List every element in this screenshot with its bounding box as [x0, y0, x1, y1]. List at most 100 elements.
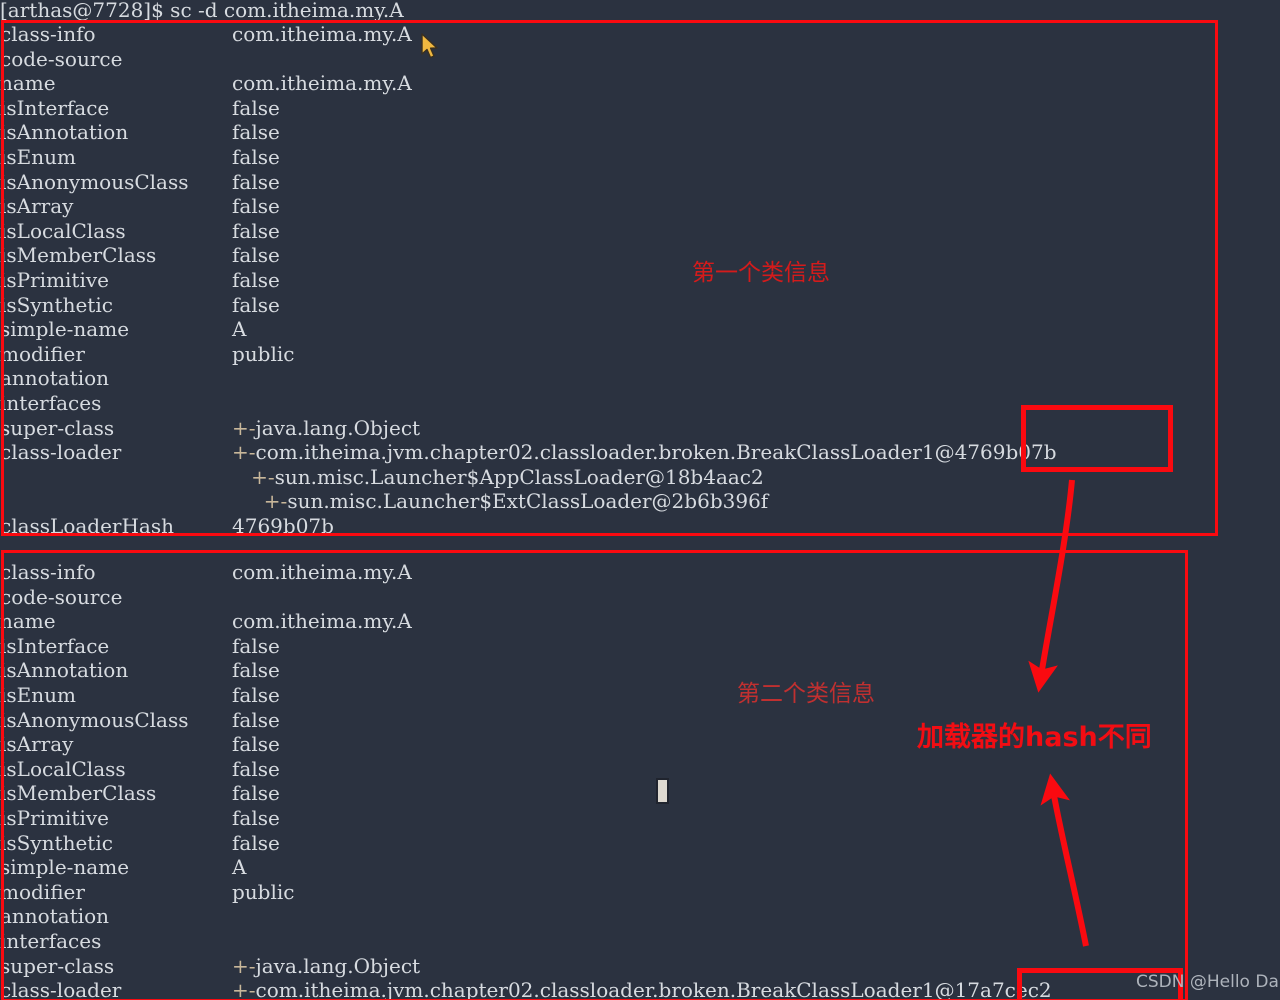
output-row-value: +-com.itheima.jvm.chapter02.classloader.…	[232, 978, 1052, 1000]
output-row: classLoaderHash 4769b07b	[0, 514, 334, 539]
output-row: simple-name A	[0, 855, 246, 880]
output-row-label: isSynthetic	[0, 292, 113, 317]
output-row-label: isAnonymousClass	[0, 707, 189, 732]
output-row-label: isAnnotation	[0, 658, 129, 683]
output-row: interfaces	[0, 391, 232, 416]
output-row-label: isEnum	[0, 683, 76, 707]
output-row-label: isEnum	[0, 145, 76, 169]
output-row: isAnnotation false	[0, 120, 280, 145]
output-row-label: class-info	[0, 22, 96, 46]
output-row-value: false	[232, 658, 280, 683]
output-row-label: isArray	[0, 732, 74, 757]
output-row: code-source	[0, 47, 232, 72]
output-row-label: annotation	[0, 366, 110, 391]
output-row-label: classLoaderHash	[0, 514, 175, 538]
output-row: isEnum false	[0, 145, 280, 170]
output-row-label: isAnnotation	[0, 120, 129, 145]
tree-node-text: java.lang.Object	[255, 415, 421, 440]
output-row: isEnum false	[0, 683, 280, 708]
output-row-label: class-loader	[0, 978, 122, 1000]
output-row-value: com.itheima.my.A	[232, 71, 412, 96]
output-row: class-info com.itheima.my.A	[0, 560, 412, 585]
output-row-value: false	[232, 120, 280, 145]
tree-node-text: java.lang.Object	[255, 953, 421, 978]
output-row-label: code-source	[0, 584, 123, 609]
text-cursor-block	[656, 778, 669, 804]
output-row: name com.itheima.my.A	[0, 609, 412, 634]
output-row-label: isLocalClass	[0, 218, 126, 243]
output-row-value: false	[232, 292, 280, 317]
output-row-label: super-class	[0, 953, 115, 978]
output-row-value: false	[232, 830, 280, 855]
output-row: isLocalClass false	[0, 757, 280, 782]
output-row: modifier public	[0, 342, 294, 367]
tree-node-text: com.itheima.jvm.chapter02.classloader.br…	[255, 440, 1057, 465]
output-row-value: +-com.itheima.jvm.chapter02.classloader.…	[232, 440, 1057, 464]
arrow-to-second-hash	[1028, 479, 1075, 693]
output-row-label: class-info	[0, 560, 96, 584]
tree-node-text: sun.misc.Launcher$AppClassLoader@18b4aac…	[274, 464, 764, 489]
output-row: isMemberClass false	[0, 243, 280, 268]
tree-connector: +-	[232, 978, 256, 1000]
output-row-label: isMemberClass	[0, 781, 157, 806]
output-row-label: name	[0, 71, 56, 96]
output-row-value: 4769b07b	[232, 514, 334, 538]
output-row-value: false	[232, 756, 280, 781]
output-row-value: false	[232, 243, 280, 268]
output-row: isSynthetic false	[0, 293, 280, 318]
output-row-value: false	[232, 806, 280, 830]
output-row-label: super-class	[0, 415, 115, 440]
tree-node-text: sun.misc.Launcher$ExtClassLoader@2b6b396…	[287, 489, 769, 514]
output-row: isLocalClass false	[0, 219, 280, 244]
output-row: annotation	[0, 366, 232, 391]
output-row: isArray false	[0, 194, 280, 219]
tree-connector: +-	[232, 415, 256, 440]
output-row: isArray false	[0, 732, 280, 757]
output-row-label: simple-name	[0, 317, 130, 342]
output-row-value: false	[232, 169, 280, 194]
output-row-value: com.itheima.my.A	[232, 609, 412, 634]
output-row-label: class-loader	[0, 440, 122, 465]
output-row: isPrimitive false	[0, 268, 280, 293]
output-row-label: interfaces	[0, 929, 102, 953]
output-row-value: false	[232, 781, 280, 806]
annotation-hash-differs: 加载器的hash不同	[917, 722, 1152, 753]
output-row-value: false	[232, 95, 280, 120]
output-row-value: +-java.lang.Object	[232, 416, 420, 440]
output-row-value: false	[232, 732, 280, 757]
tree-connector: +-	[232, 440, 256, 465]
output-row-label: modifier	[0, 879, 85, 904]
output-row-value: com.itheima.my.A	[232, 560, 412, 584]
output-row-value: false	[232, 633, 280, 658]
output-row-value: +-sun.misc.Launcher$AppClassLoader@18b4a…	[232, 465, 764, 489]
output-row-value: false	[232, 218, 280, 243]
mouse-pointer	[421, 33, 438, 59]
output-row-value: false	[232, 707, 280, 732]
output-row: class-loader +-com.itheima.jvm.chapter02.…	[0, 978, 1052, 1000]
tree-node-text: com.itheima.jvm.chapter02.classloader.br…	[255, 978, 1052, 1000]
output-row-label: modifier	[0, 341, 85, 366]
output-row-label: isLocalClass	[0, 756, 126, 781]
output-row-label: interfaces	[0, 391, 102, 415]
output-row: class-loader +-com.itheima.jvm.chapter02.…	[0, 440, 1057, 465]
output-row: isPrimitive false	[0, 806, 280, 831]
output-row: isInterface false	[0, 634, 280, 659]
output-row-label: annotation	[0, 904, 110, 929]
arrow-from-bottom-hash	[1040, 773, 1089, 947]
output-row-value: false	[232, 683, 280, 707]
terminal-window[interactable]: [arthas@7728]$ sc -d com.itheima.my.A cl…	[0, 0, 1280, 1000]
tree-connector: +-	[232, 489, 288, 514]
output-row: name com.itheima.my.A	[0, 71, 412, 96]
output-row: modifier public	[0, 880, 294, 905]
output-row-value: public	[232, 879, 295, 904]
output-row-value: A	[232, 317, 247, 342]
output-row: isAnonymousClass false	[0, 708, 280, 733]
output-row-value: +-java.lang.Object	[232, 954, 420, 978]
output-row: +-sun.misc.Launcher$ExtClassLoader@2b6b3…	[0, 489, 768, 514]
output-row-value: +-sun.misc.Launcher$ExtClassLoader@2b6b3…	[232, 489, 768, 513]
output-row-value: public	[232, 341, 295, 366]
output-row-value: A	[232, 855, 247, 880]
output-row: annotation	[0, 904, 232, 929]
output-row-value: false	[232, 194, 280, 219]
output-row: simple-name A	[0, 317, 246, 342]
